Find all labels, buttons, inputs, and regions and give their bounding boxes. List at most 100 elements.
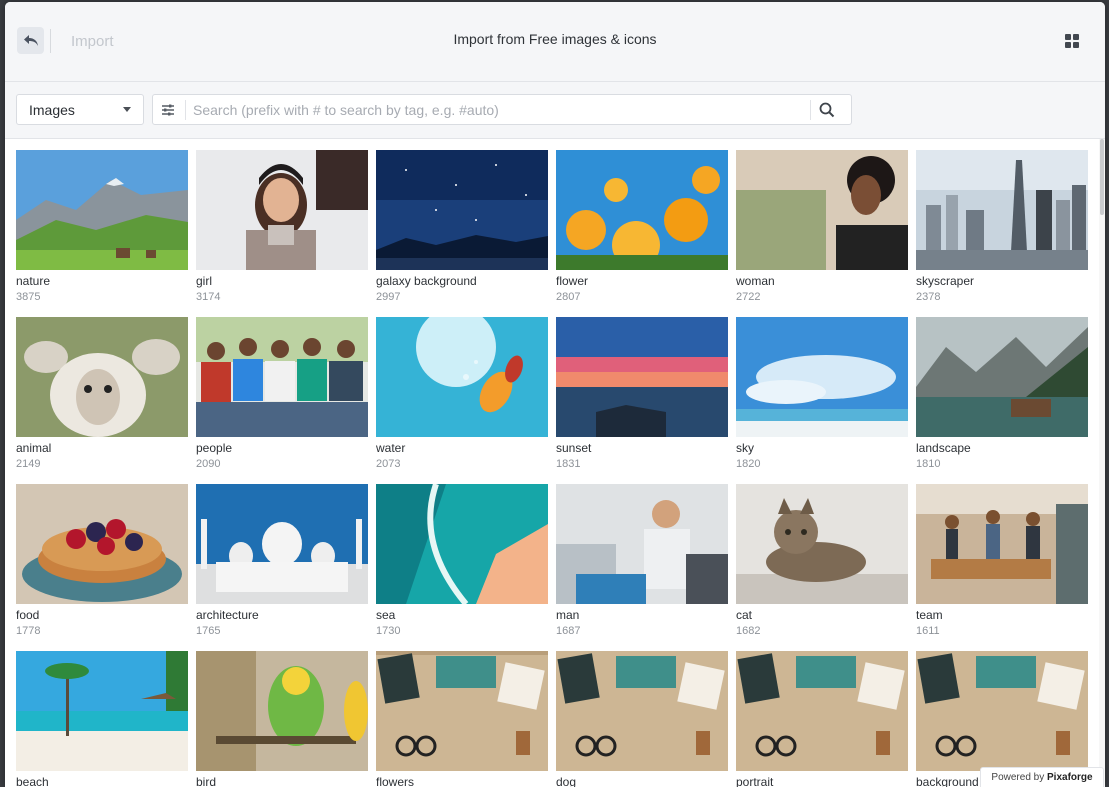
tile-label: portrait — [736, 775, 774, 787]
image-tile[interactable]: galaxy background 2997 — [376, 150, 548, 310]
image-thumbnail — [196, 484, 368, 604]
image-thumbnail — [916, 651, 1088, 771]
image-tile[interactable]: team 1611 — [916, 484, 1088, 644]
image-thumbnail — [376, 651, 548, 771]
image-thumbnail — [916, 317, 1088, 437]
tile-count: 2378 — [916, 291, 941, 303]
powered-prefix: Powered by — [991, 772, 1045, 783]
image-tile[interactable]: portrait — [736, 651, 908, 787]
image-tile[interactable]: flowers — [376, 651, 548, 787]
image-thumbnail — [556, 317, 728, 437]
image-thumbnail — [916, 150, 1088, 270]
image-thumbnail — [376, 150, 548, 270]
image-thumbnail — [736, 484, 908, 604]
image-thumbnail — [736, 317, 908, 437]
search-toolbar: Images — [5, 82, 1105, 139]
image-tile[interactable]: girl 3174 — [196, 150, 368, 310]
caret-down-icon — [123, 107, 131, 112]
image-tile[interactable]: nature 3875 — [16, 150, 188, 310]
search-box — [152, 94, 852, 125]
search-divider — [185, 100, 186, 120]
content-type-select[interactable]: Images — [16, 94, 144, 125]
tile-label: beach — [16, 775, 49, 787]
image-tile[interactable]: landscape 1810 — [916, 317, 1088, 477]
image-tile[interactable]: water 2073 — [376, 317, 548, 477]
image-thumbnail — [376, 317, 548, 437]
image-tile[interactable]: bird — [196, 651, 368, 787]
tile-label: galaxy background — [376, 274, 477, 288]
powered-brand: Pixaforge — [1047, 772, 1093, 783]
search-divider — [810, 100, 811, 120]
tile-label: dog — [556, 775, 577, 787]
image-thumbnail — [736, 150, 908, 270]
tile-count: 1682 — [736, 625, 761, 637]
image-tile[interactable]: man 1687 — [556, 484, 728, 644]
tile-label: sea — [376, 608, 396, 622]
results-grid: nature 3875 girl 3174 galaxy background … — [5, 139, 1099, 787]
image-tile[interactable]: beach — [16, 651, 188, 787]
search-input[interactable] — [193, 99, 803, 120]
image-tile[interactable]: food 1778 — [16, 484, 188, 644]
image-thumbnail — [16, 484, 188, 604]
image-thumbnail — [556, 651, 728, 771]
tile-label: cat — [736, 608, 753, 622]
scrollbar[interactable] — [1099, 139, 1105, 787]
image-tile[interactable]: woman 2722 — [736, 150, 908, 310]
image-thumbnail — [196, 651, 368, 771]
tile-label: woman — [736, 274, 775, 288]
powered-by-badge[interactable]: Powered by Pixaforge — [980, 767, 1104, 787]
image-thumbnail — [556, 150, 728, 270]
image-tile[interactable]: animal 2149 — [16, 317, 188, 477]
tile-count: 1778 — [16, 625, 41, 637]
search-icon[interactable] — [818, 101, 836, 119]
sliders-icon[interactable] — [160, 102, 176, 118]
tile-count: 1831 — [556, 458, 581, 470]
tile-count: 2807 — [556, 291, 581, 303]
tile-label: food — [16, 608, 40, 622]
image-thumbnail — [196, 150, 368, 270]
image-tile[interactable]: sky 1820 — [736, 317, 908, 477]
content-type-value: Images — [29, 102, 75, 118]
tile-count: 2722 — [736, 291, 761, 303]
tile-count: 2149 — [16, 458, 41, 470]
tile-label: sunset — [556, 441, 592, 455]
tile-label: architecture — [196, 608, 259, 622]
image-thumbnail — [916, 484, 1088, 604]
image-tile[interactable]: people 2090 — [196, 317, 368, 477]
scrollbar-thumb[interactable] — [1100, 139, 1104, 215]
tile-count: 2090 — [196, 458, 221, 470]
tile-label: bird — [196, 775, 217, 787]
image-thumbnail — [736, 651, 908, 771]
image-tile[interactable]: skyscraper 2378 — [916, 150, 1088, 310]
tile-count: 3875 — [16, 291, 41, 303]
image-thumbnail — [196, 317, 368, 437]
tile-label: water — [376, 441, 406, 455]
image-tile[interactable]: sea 1730 — [376, 484, 548, 644]
tile-label: team — [916, 608, 943, 622]
image-thumbnail — [16, 651, 188, 771]
tile-count: 3174 — [196, 291, 221, 303]
image-tile[interactable]: sunset 1831 — [556, 317, 728, 477]
image-tile[interactable]: dog — [556, 651, 728, 787]
tile-count: 1687 — [556, 625, 581, 637]
image-tile[interactable]: cat 1682 — [736, 484, 908, 644]
tile-count: 1765 — [196, 625, 221, 637]
grid-view-icon[interactable] — [1065, 34, 1079, 48]
tile-label: nature — [16, 274, 51, 288]
tile-label: skyscraper — [916, 274, 975, 288]
tile-label: girl — [196, 274, 213, 288]
image-tile[interactable]: flower 2807 — [556, 150, 728, 310]
tile-label: man — [556, 608, 580, 622]
tile-count: 2997 — [376, 291, 401, 303]
tile-label: people — [196, 441, 233, 455]
image-tile[interactable]: architecture 1765 — [196, 484, 368, 644]
tile-count: 1810 — [916, 458, 941, 470]
tile-label: animal — [16, 441, 52, 455]
tile-count: 1611 — [916, 625, 940, 637]
tile-label: sky — [736, 441, 754, 455]
import-dialog: Import Import from Free images & icons I… — [5, 2, 1105, 787]
tile-label: landscape — [916, 441, 971, 455]
image-thumbnail — [16, 317, 188, 437]
tile-label: flower — [556, 274, 589, 288]
dialog-header: Import Import from Free images & icons — [5, 2, 1105, 82]
